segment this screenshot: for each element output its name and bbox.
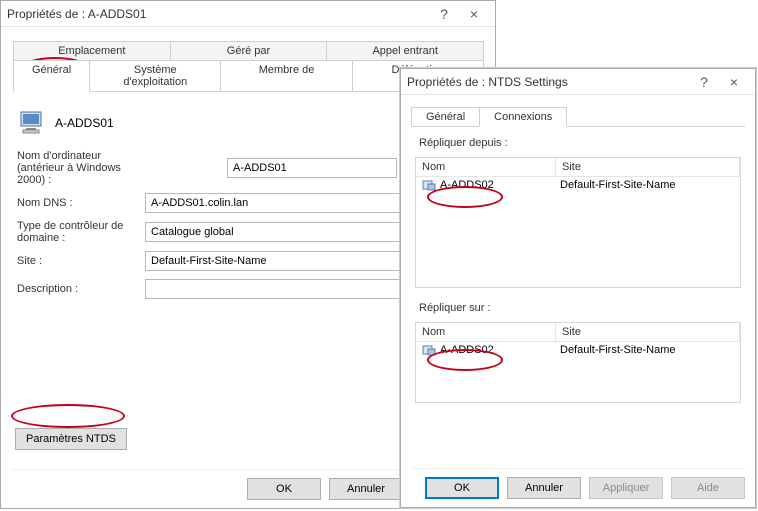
cancel-button[interactable]: Annuler	[507, 477, 581, 499]
highlight-circle-ntds	[11, 404, 125, 428]
label-dns: Nom DNS :	[17, 197, 145, 209]
window-title: Propriétés de : NTDS Settings	[407, 75, 689, 89]
replicate-from-list: Nom Site A-ADDS02 Default-First-Site-Nam…	[415, 157, 741, 288]
help-button-footer[interactable]: Aide	[671, 477, 745, 499]
label-description: Description :	[17, 283, 145, 295]
server-icon	[422, 179, 436, 191]
tab-systeme[interactable]: Système d'exploitation	[89, 60, 221, 91]
tab-appel-entrant[interactable]: Appel entrant	[326, 41, 484, 60]
ok-button[interactable]: OK	[247, 478, 321, 500]
tab-gere-par[interactable]: Géré par	[170, 41, 328, 60]
close-button[interactable]: ×	[459, 6, 489, 22]
titlebar: Propriétés de : NTDS Settings ? ×	[401, 69, 755, 95]
site-name: Default-First-Site-Name	[560, 179, 734, 191]
tab-emplacement[interactable]: Emplacement	[13, 41, 171, 60]
site-name: Default-First-Site-Name	[560, 344, 734, 356]
server-name: A-ADDS02	[440, 344, 494, 356]
titlebar: Propriétés de : A-ADDS01 ? ×	[1, 1, 495, 27]
help-button[interactable]: ?	[429, 6, 459, 22]
label-prewin: Nom d'ordinateur (antérieur à Windows 20…	[17, 150, 145, 186]
ok-button[interactable]: OK	[425, 477, 499, 499]
list-item[interactable]: A-ADDS02 Default-First-Site-Name	[416, 177, 740, 193]
ntds-settings-button[interactable]: Paramètres NTDS	[15, 428, 127, 450]
label-dctype: Type de contrôleur de domaine :	[17, 220, 145, 244]
tab-general[interactable]: Général	[411, 107, 480, 126]
input-prewin-name[interactable]	[227, 158, 397, 178]
replicate-to-list: Nom Site A-ADDS02 Default-First-Site-Nam…	[415, 322, 741, 403]
help-button[interactable]: ?	[689, 74, 719, 90]
computer-icon	[19, 110, 47, 136]
properties-dialog-ntds: Propriétés de : NTDS Settings ? × Généra…	[400, 68, 756, 508]
tab-connexions[interactable]: Connexions	[479, 107, 567, 127]
col-header-name[interactable]: Nom	[416, 323, 556, 341]
label-replicate-to: Répliquer sur :	[419, 302, 741, 314]
computer-name-heading: A-ADDS01	[55, 116, 114, 130]
label-site: Site :	[17, 255, 145, 267]
server-icon	[422, 344, 436, 356]
window-title: Propriétés de : A-ADDS01	[7, 7, 429, 21]
list-item[interactable]: A-ADDS02 Default-First-Site-Name	[416, 342, 740, 358]
cancel-button[interactable]: Annuler	[329, 478, 403, 500]
dialog-buttons: OK Annuler Appliquer Aide	[411, 468, 745, 499]
tab-strip: Général Connexions	[411, 107, 745, 127]
label-replicate-from: Répliquer depuis :	[419, 137, 741, 149]
tab-membre-de[interactable]: Membre de	[220, 60, 352, 91]
close-button[interactable]: ×	[719, 74, 749, 90]
tab-general[interactable]: Général	[13, 60, 90, 92]
server-name: A-ADDS02	[440, 179, 494, 191]
col-header-name[interactable]: Nom	[416, 158, 556, 176]
col-header-site[interactable]: Site	[556, 158, 740, 176]
col-header-site[interactable]: Site	[556, 323, 740, 341]
apply-button[interactable]: Appliquer	[589, 477, 663, 499]
